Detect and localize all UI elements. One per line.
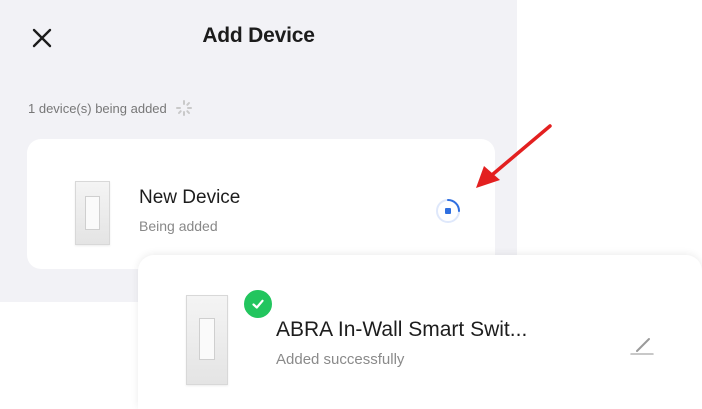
rename-device-button[interactable] (624, 327, 660, 363)
pending-device-status: Being added (139, 218, 218, 234)
pending-device-name: New Device (139, 187, 241, 208)
switch-paddle (85, 196, 100, 230)
screenshot-composite: Add Device 1 device(s) being added New D… (0, 0, 702, 409)
pending-device-card[interactable]: New Device Being added (27, 139, 495, 269)
progress-spinner-icon (436, 199, 460, 223)
check-icon (252, 299, 264, 309)
switch-paddle (199, 318, 215, 360)
loading-spinner-icon (175, 100, 192, 116)
added-device-status: Added successfully (276, 351, 405, 368)
success-badge (242, 288, 274, 320)
pencil-icon (630, 338, 654, 355)
page-title: Add Device (202, 24, 315, 47)
adding-status-row: 1 device(s) being added (28, 99, 193, 117)
adding-status-text: 1 device(s) being added (28, 100, 167, 116)
added-device-name: ABRA In-Wall Smart Swit... (276, 318, 528, 341)
added-device-thumbnail (186, 295, 228, 385)
added-device-card[interactable]: ABRA In-Wall Smart Swit... Added success… (138, 255, 702, 409)
device-thumbnail (75, 181, 110, 245)
